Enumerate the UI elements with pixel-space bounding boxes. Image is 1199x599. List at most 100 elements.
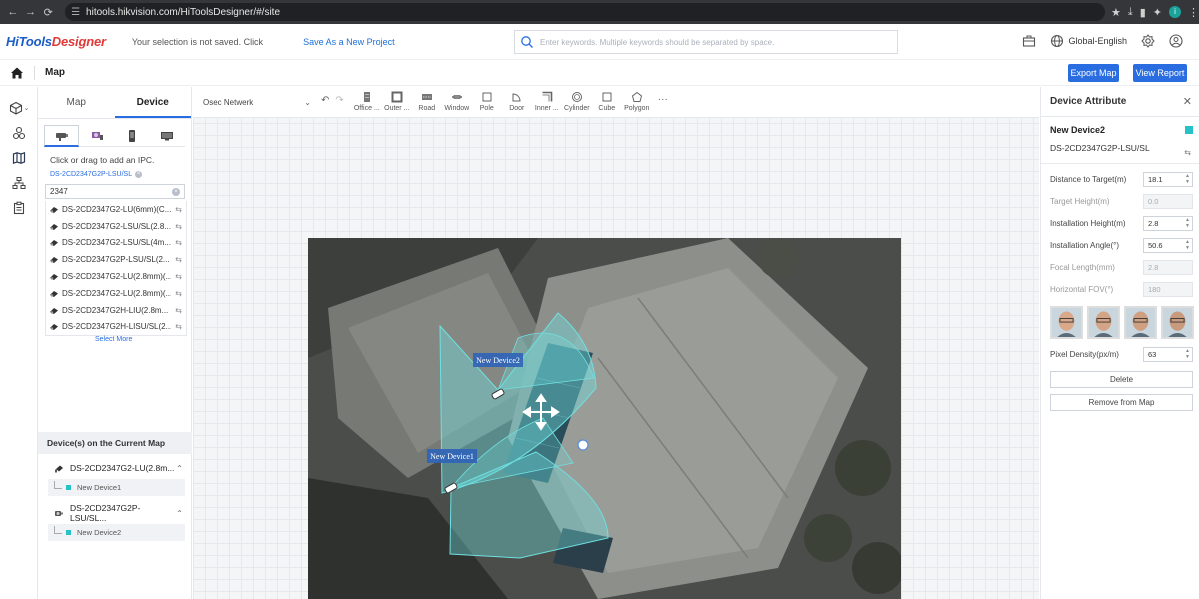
profile-avatar[interactable]: i (1168, 6, 1181, 18)
download-icon[interactable]: ⤓ (1128, 6, 1133, 19)
attribute-input[interactable]: 18.1 ▲ ▼ (1143, 171, 1193, 187)
rail-item-topology[interactable] (0, 170, 38, 195)
map-canvas[interactable]: Osec Netwerk ⌄ ↶ ↷ Office ... Outer ... … (193, 87, 1039, 599)
chevron-up-icon[interactable]: ⌃ (176, 464, 183, 473)
attribute-panel-header: Device Attribute ✕ (1041, 87, 1199, 117)
tool-door[interactable]: Door (502, 91, 532, 112)
tool-road[interactable]: Road (412, 91, 442, 112)
extensions-icon[interactable]: ✦ (1153, 6, 1162, 19)
network-select[interactable]: Osec Netwerk ⌄ (203, 96, 311, 109)
type-monitor[interactable] (150, 125, 185, 147)
remove-from-map-button[interactable]: Remove from Map (1050, 394, 1193, 411)
reload-icon[interactable]: ⟳ (39, 6, 57, 19)
map-label-device1: New Device1 (430, 452, 474, 461)
export-map-button[interactable]: Export Map (1068, 64, 1119, 82)
tool-office[interactable]: Office ... (352, 91, 382, 112)
site-info-icon[interactable]: ☰ (71, 7, 80, 18)
model-result-item[interactable]: DS-2CD2347G2-LU(2.8mm)(... ⇆ (46, 268, 186, 285)
face-preview-image[interactable] (1087, 306, 1120, 339)
face-preview-image[interactable] (1161, 306, 1194, 339)
type-ptz-camera[interactable] (79, 125, 114, 147)
sidebar-icon[interactable]: ▮ (1140, 6, 1146, 19)
current-device-item[interactable]: New Device1 (48, 479, 185, 496)
delete-button[interactable]: Delete (1050, 371, 1193, 388)
rail-item-modules[interactable] (0, 120, 38, 145)
face-preview-image[interactable] (1124, 306, 1157, 339)
model-search-input[interactable] (50, 187, 168, 196)
view-report-button[interactable]: View Report (1133, 64, 1187, 82)
redo-icon[interactable]: ↷ (335, 95, 343, 106)
address-bar[interactable]: ☰ hitools.hikvision.com/HiToolsDesigner/… (65, 3, 1105, 21)
selected-model-chip[interactable]: DS-2CD2347G2P-LSU/SL × (50, 171, 191, 178)
compare-icon[interactable]: ⇆ (175, 272, 182, 281)
tool-window[interactable]: Window (442, 91, 472, 112)
forward-arrow-icon[interactable]: → (22, 6, 40, 18)
compare-icon[interactable]: ⇆ (175, 322, 182, 331)
tool-pole[interactable]: Pole (472, 91, 502, 112)
tool-inner-wall[interactable]: Inner ... (532, 91, 562, 112)
dome-camera-icon (55, 465, 63, 472)
current-device-item[interactable]: New Device2 (48, 524, 185, 541)
current-device-group[interactable]: DS-2CD2347G2-LU(2.8m... ⌃ (38, 457, 192, 479)
url-text: hitools.hikvision.com/HiToolsDesigner/#/… (86, 6, 281, 18)
compare-icon[interactable]: ⇆ (175, 255, 182, 264)
model-result-label: DS-2CD2347G2H-LIU(2.8m... (62, 305, 169, 315)
user-avatar-icon[interactable] (1169, 34, 1183, 48)
model-result-label: DS-2CD2347G2-LU(2.8mm)(... (62, 288, 172, 298)
model-result-item[interactable]: DS-2CD2347G2-LU(6mm)(C... ⇆ (46, 201, 186, 218)
tool-polygon[interactable]: Polygon (622, 91, 652, 112)
stepper-arrows-icon[interactable]: ▲ ▼ (1185, 239, 1190, 251)
language-selector[interactable]: Global-English (1050, 34, 1127, 48)
aerial-map-image[interactable]: New Device2 New Device1 (308, 238, 901, 599)
more-tools-icon[interactable]: ··· (658, 94, 668, 105)
model-result-item[interactable]: DS-2CD2347G2H-LIU(2.8m... ⇆ (46, 302, 186, 319)
tool-outer-wall[interactable]: Outer ... (382, 91, 412, 112)
current-device-group[interactable]: DS-2CD2347G2P-LSU/SL... ⌃ (38, 502, 192, 524)
pixel-density-input[interactable]: 63 ▲ ▼ (1143, 346, 1193, 362)
undo-icon[interactable]: ↶ (321, 95, 329, 106)
settings-gear-icon[interactable] (1141, 34, 1155, 48)
rail-item-report[interactable] (0, 195, 38, 220)
stepper-arrows-icon[interactable]: ▲ ▼ (1185, 217, 1190, 229)
model-result-item[interactable]: DS-2CD2347G2-LSU/SL(4m... ⇆ (46, 235, 186, 252)
model-result-item[interactable]: DS-2CD2347G2-LSU/SL(2.8... ⇆ (46, 218, 186, 235)
search-input[interactable] (540, 37, 880, 47)
rail-item-3d[interactable]: ⌄ (0, 95, 38, 120)
clear-search-icon[interactable]: × (172, 187, 180, 196)
tab-map[interactable]: Map (38, 87, 115, 118)
type-nvr[interactable] (115, 125, 150, 147)
tab-device[interactable]: Device (114, 87, 191, 118)
compare-icon[interactable]: ⇆ (175, 205, 182, 214)
face-preview-image[interactable] (1050, 306, 1083, 339)
bookmark-star-icon[interactable]: ★ (1111, 6, 1121, 19)
stepper-arrows-icon[interactable]: ▲ ▼ (1185, 173, 1190, 185)
compare-icon[interactable]: ⇆ (175, 238, 182, 247)
rail-item-map[interactable] (0, 145, 38, 170)
tool-cylinder[interactable]: Cylinder (562, 91, 592, 112)
save-as-new-project-link[interactable]: Save As a New Project (303, 37, 395, 47)
app-logo[interactable]: HiToolsDesigner (6, 34, 106, 49)
device-color-picker[interactable] (1185, 126, 1193, 134)
attribute-input[interactable]: 50.6 ▲ ▼ (1143, 237, 1193, 253)
close-icon[interactable]: ✕ (1183, 95, 1192, 108)
browser-menu-icon[interactable]: ⋮ (1188, 6, 1199, 19)
model-result-item[interactable]: DS-2CD2347G2P-LSU/SL(2... ⇆ (46, 251, 186, 268)
select-more-link[interactable]: Select More (95, 336, 191, 344)
back-arrow-icon[interactable]: ← (4, 6, 22, 18)
compare-icon[interactable]: ⇆ (175, 289, 182, 298)
compare-icon[interactable]: ⇆ (175, 306, 182, 315)
home-icon[interactable] (10, 66, 24, 80)
model-search-box[interactable]: × (45, 184, 185, 199)
model-result-item[interactable]: DS-2CD2347G2H-LISU/SL(2... ⇆ (46, 319, 186, 336)
type-bullet-camera[interactable] (44, 125, 80, 147)
project-briefcase-icon[interactable] (1022, 34, 1036, 48)
tool-cube[interactable]: Cube (592, 91, 622, 112)
swap-model-icon[interactable]: ⇆ (1184, 148, 1191, 157)
attribute-input[interactable]: 2.8 ▲ ▼ (1143, 215, 1193, 231)
chip-close-icon[interactable]: × (135, 171, 143, 178)
stepper-arrows-icon[interactable]: ▲ ▼ (1185, 348, 1190, 360)
global-search[interactable] (514, 30, 898, 54)
model-result-item[interactable]: DS-2CD2347G2-LU(2.8mm)(... ⇆ (46, 285, 186, 302)
chevron-up-icon[interactable]: ⌃ (176, 509, 183, 518)
compare-icon[interactable]: ⇆ (175, 222, 182, 231)
